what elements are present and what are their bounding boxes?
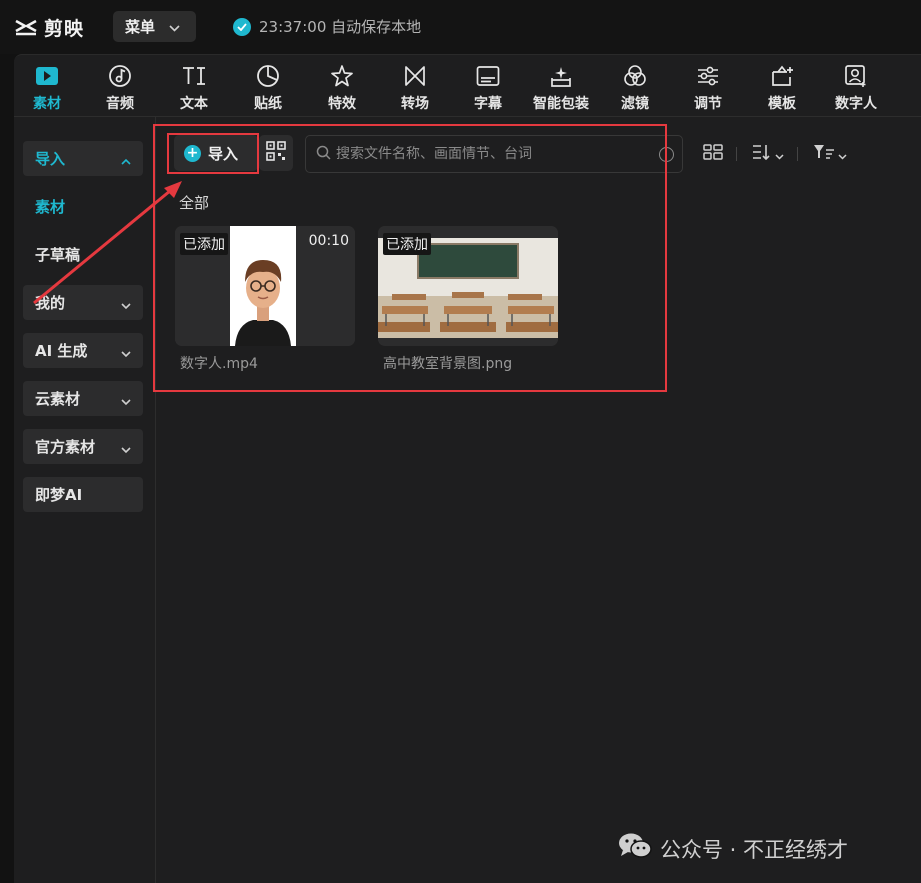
chevron-down-icon [169,18,180,36]
tab-label: 贴纸 [254,96,282,112]
tab-label: 调节 [694,96,722,112]
sidebar-item-label: 子草稿 [35,246,81,264]
tool-tabs: 素材 音频 文本 贴纸 特效 转场 字幕 智能包装 滤镜 调节 模板 数字人 [14,55,921,117]
sidebar-item-label: 官方素材 [35,438,96,456]
tab-digital-human[interactable]: 数字人 [819,63,893,113]
smart-pack-icon [548,63,574,89]
adjust-sliders-icon [695,63,721,89]
tab-captions[interactable]: 字幕 [451,63,525,113]
chevron-down-icon [838,145,847,164]
chevron-down-icon [775,145,784,164]
sidebar-item-ai-generate[interactable]: AI 生成 [23,333,143,368]
tab-label: 素材 [33,96,61,112]
filter-funnel-icon [813,144,835,164]
added-badge: 已添加 [180,233,228,255]
tab-label: 滤镜 [621,96,649,112]
chevron-down-icon [121,297,131,310]
tab-label: 文本 [180,96,208,112]
watermark: 公众号 · 不正经绣才 [618,832,848,865]
divider [797,147,798,161]
tab-media[interactable]: 素材 [10,63,84,113]
grid-view-icon [703,144,723,164]
tab-label: 特效 [328,96,356,112]
sidebar: 导入 素材 子草稿 我的 AI 生成 云素材 官方素材 即梦AI [14,117,156,883]
sidebar-item-official[interactable]: 官方素材 [23,429,143,464]
transition-bowtie-icon [402,63,428,89]
tab-label: 转场 [401,96,429,112]
added-badge: 已添加 [383,233,431,255]
sidebar-item-jimeng-ai[interactable]: 即梦AI [23,477,143,512]
app-logo: 剪映 [14,14,84,41]
menu-button[interactable]: 菜单 [113,11,196,42]
annotation-frame-import [167,133,259,174]
sidebar-item-label: 素材 [35,198,66,216]
tab-label: 智能包装 [533,96,589,112]
sticker-icon [255,63,281,89]
tab-adjust[interactable]: 调节 [671,63,745,113]
template-icon [769,63,795,89]
tab-text[interactable]: 文本 [157,63,231,113]
wechat-icon [618,832,652,865]
audio-note-icon [107,63,133,89]
capcut-logo-icon [14,17,38,39]
media-play-icon [34,63,60,89]
sidebar-item-import[interactable]: 导入 [23,141,143,176]
tab-template[interactable]: 模板 [745,63,819,113]
duration-label: 00:10 [308,233,349,249]
autosave-text: 23:37:00 自动保存本地 [259,18,422,36]
autosave-status: 23:37:00 自动保存本地 [233,16,421,37]
tab-transition[interactable]: 转场 [378,63,452,113]
tab-sticker[interactable]: 贴纸 [231,63,305,113]
title-bar: 剪映 菜单 23:37:00 自动保存本地 [0,0,921,54]
tab-label: 数字人 [835,96,877,112]
tab-filter[interactable]: 滤镜 [598,63,672,113]
tab-label: 字幕 [474,96,502,112]
chevron-down-icon [121,441,131,454]
watermark-text: 公众号 · 不正经绣才 [660,837,849,862]
sidebar-item-media[interactable]: 素材 [23,189,143,224]
sidebar-item-label: 即梦AI [35,486,83,504]
tab-effects[interactable]: 特效 [305,63,379,113]
chevron-up-icon [121,153,131,165]
sidebar-item-label: 云素材 [35,390,81,408]
menu-label: 菜单 [125,18,156,36]
tab-label: 音频 [106,96,134,112]
sort-icon [752,144,772,164]
filter-button[interactable] [813,144,847,164]
sort-button[interactable] [752,144,784,164]
sidebar-item-label: AI 生成 [35,342,88,360]
sidebar-item-sub-draft[interactable]: 子草稿 [23,237,143,272]
effects-star-icon [329,63,355,89]
caption-icon [475,63,501,89]
grid-view-button[interactable] [703,144,723,164]
digital-human-icon [843,63,869,89]
divider [736,147,737,161]
app-name: 剪映 [44,18,85,40]
filter-circles-icon [622,63,648,89]
sidebar-item-cloud[interactable]: 云素材 [23,381,143,416]
chevron-down-icon [121,393,131,406]
check-icon [233,17,251,36]
chevron-down-icon [121,345,131,358]
sidebar-item-label: 导入 [35,150,66,168]
tab-smart-pack[interactable]: 智能包装 [524,63,598,113]
tab-label: 模板 [768,96,796,112]
sidebar-item-label: 我的 [35,294,66,312]
text-ti-icon [181,63,207,89]
sidebar-item-mine[interactable]: 我的 [23,285,143,320]
tab-audio[interactable]: 音频 [83,63,157,113]
